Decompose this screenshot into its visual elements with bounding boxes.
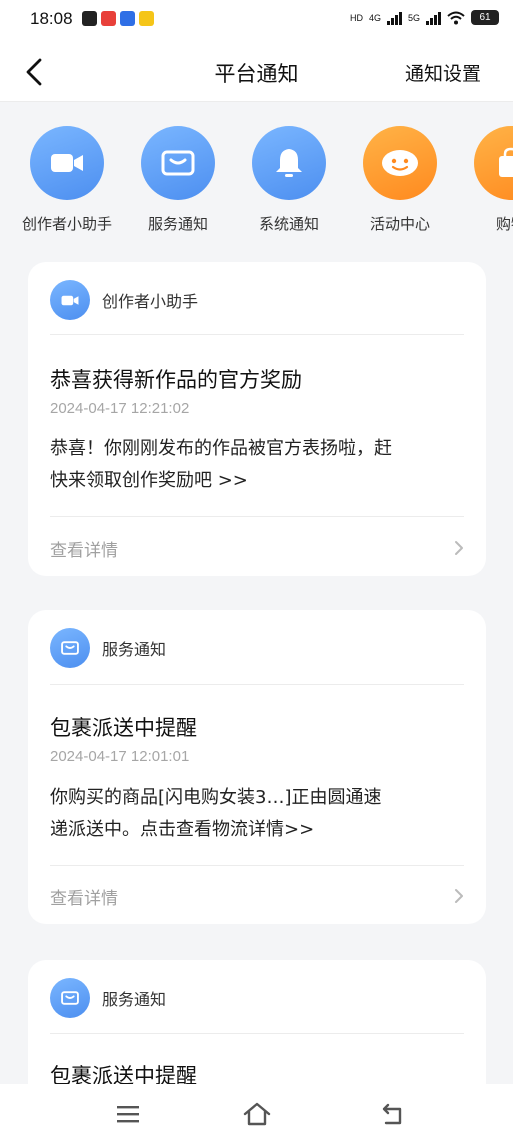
app-notification-icon	[139, 11, 154, 26]
notification-card[interactable]: 创作者小助手 恭喜获得新作品的官方奖励 2024-04-17 12:21:02 …	[28, 262, 486, 576]
notification-card[interactable]: 服务通知 包裹派送中提醒 2024-04-17 12:01:01 你购买的商品[…	[28, 610, 486, 924]
battery-indicator: 61	[471, 10, 499, 25]
card-header: 服务通知	[50, 978, 166, 1018]
notification-settings-link[interactable]: 通知设置	[405, 59, 481, 86]
menu-button[interactable]	[108, 1096, 148, 1132]
chevron-right-icon	[455, 541, 463, 555]
card-category-label: 服务通知	[102, 640, 167, 659]
category-row: 创作者小助手 服务通知 系统通知 活动中心 购物	[0, 126, 513, 246]
category-activity-center-circle	[363, 126, 437, 200]
category-shopping[interactable]: 购物	[456, 126, 513, 234]
notification-body: 恭喜！你刚刚发布的作品被官方表扬啦，赶 快来领取创作奖励吧 >>	[50, 433, 468, 497]
app-notification-icon	[101, 11, 116, 26]
divider	[50, 865, 464, 866]
notification-body-line: 恭喜！你刚刚发布的作品被官方表扬啦，赶	[50, 438, 392, 459]
bell-icon	[276, 149, 302, 177]
envelope-icon	[61, 991, 79, 1005]
notification-body-line: 你购买的商品[闪电购女装3…]正由圆通速	[50, 787, 382, 808]
category-system-notice[interactable]: 系统通知	[234, 126, 344, 234]
smiley-icon	[382, 150, 418, 176]
signal-icon	[386, 11, 402, 25]
card-header: 服务通知	[50, 628, 166, 668]
category-service-notice[interactable]: 服务通知	[123, 126, 233, 234]
category-label: 购物	[495, 215, 513, 233]
chevron-right-icon	[455, 889, 463, 903]
wifi-icon	[447, 11, 465, 24]
notification-time: 2024-04-17 12:21:02	[50, 400, 190, 417]
card-category-icon	[50, 280, 90, 320]
category-creator-assistant[interactable]: 创作者小助手	[12, 126, 122, 234]
home-button[interactable]	[237, 1096, 277, 1132]
home-icon	[243, 1102, 271, 1126]
view-details-row[interactable]: 查看详情	[50, 530, 464, 566]
hd-indicator: HD	[349, 12, 363, 23]
notification-title: 恭喜获得新作品的官方奖励	[50, 368, 302, 392]
notification-body-line: 快来领取创作奖励吧 >>	[50, 470, 248, 491]
category-label: 系统通知	[258, 215, 319, 233]
app-notification-icon	[82, 11, 97, 26]
navigation-bar: 平台通知 通知设置	[0, 38, 513, 102]
card-category-icon	[50, 978, 90, 1018]
video-camera-icon	[61, 295, 79, 305]
category-label: 创作者小助手	[21, 215, 112, 233]
view-details-label: 查看详情	[50, 888, 118, 909]
notification-title: 包裹派送中提醒	[50, 716, 197, 740]
divider	[50, 334, 464, 335]
shopping-bag-icon	[499, 147, 513, 177]
envelope-icon	[61, 641, 79, 655]
category-system-notice-circle	[252, 126, 326, 200]
view-details-label: 查看详情	[50, 540, 118, 561]
status-bar: 18:08 HD 4G 5G 61	[0, 0, 513, 38]
category-creator-assistant-circle	[30, 126, 104, 200]
divider	[50, 516, 464, 517]
envelope-icon	[161, 150, 195, 176]
category-label: 活动中心	[369, 215, 430, 233]
category-activity-center[interactable]: 活动中心	[345, 126, 455, 234]
card-header: 创作者小助手	[50, 280, 198, 320]
signal-icon	[426, 11, 441, 25]
status-time: 18:08	[30, 9, 73, 28]
category-service-notice-circle	[141, 126, 215, 200]
notification-time: 2024-04-17 12:01:01	[50, 748, 190, 765]
status-app-icons	[82, 11, 154, 26]
notification-body-line: 递派送中。点击查看物流详情>>	[50, 819, 315, 840]
back-icon	[382, 1103, 402, 1125]
network-4g-label: 4G	[368, 12, 381, 23]
menu-icon	[117, 1106, 139, 1123]
app-notification-icon	[120, 11, 135, 26]
video-camera-icon	[51, 154, 83, 172]
divider	[50, 1033, 464, 1034]
back-nav-button[interactable]	[372, 1096, 412, 1132]
category-shopping-circle	[474, 126, 513, 200]
card-category-icon	[50, 628, 90, 668]
network-5g-label: 5G	[407, 12, 420, 23]
status-indicators: HD 4G 5G 61	[350, 10, 499, 25]
category-label: 服务通知	[147, 215, 208, 233]
notification-body: 你购买的商品[闪电购女装3…]正由圆通速 递派送中。点击查看物流详情>>	[50, 782, 468, 846]
card-category-label: 服务通知	[102, 990, 167, 1009]
divider	[50, 684, 464, 685]
view-details-row[interactable]: 查看详情	[50, 878, 464, 914]
card-category-label: 创作者小助手	[102, 292, 199, 311]
system-navigation-bar	[0, 1084, 513, 1144]
